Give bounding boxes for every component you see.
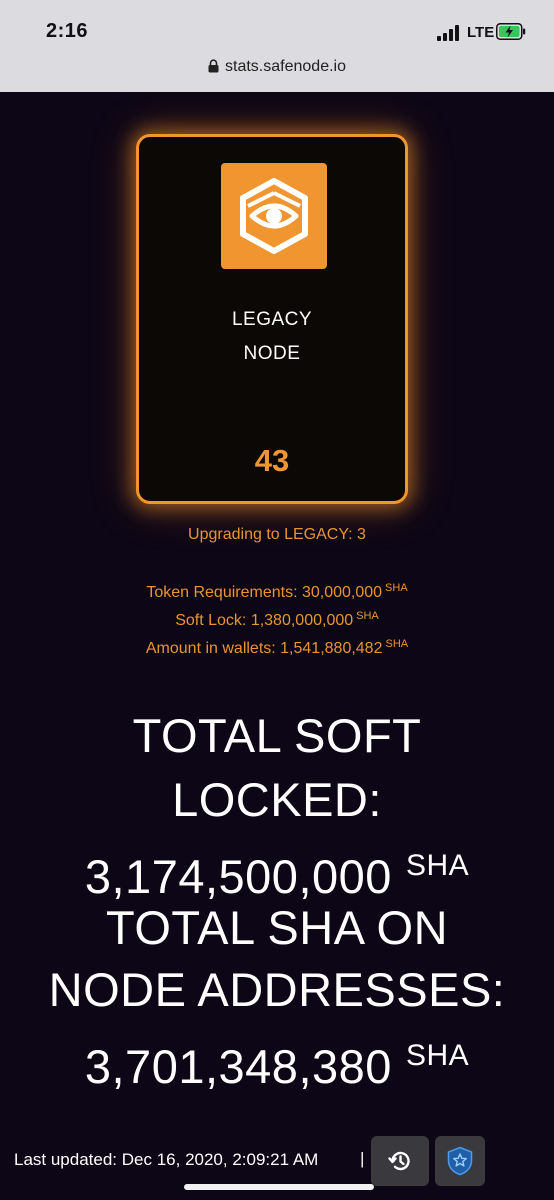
soft-lock: Soft Lock: 1,380,000,000 SHA [0, 610, 554, 630]
footer-separator: | [360, 1149, 365, 1168]
status-time: 2:16 [46, 20, 89, 42]
soft-lock-text: Soft Lock: 1,380,000,000 [175, 612, 354, 629]
total-node-addresses-heading-line2: NODE ADDRESSES: [48, 963, 506, 1016]
amount-in-wallets: Amount in wallets: 1,541,880,482 SHA [0, 638, 554, 658]
url-text: stats.safenode.io [225, 58, 346, 75]
total-node-addresses-heading-line1: TOTAL SHA ON [105, 901, 449, 954]
upgrading-text: Upgrading to LEGACY: 3 [188, 526, 366, 543]
history-button[interactable] [371, 1136, 429, 1186]
node-title: LEGACY NODE [139, 303, 405, 371]
unit-label: SHA [356, 610, 379, 622]
node-title-line2: NODE [243, 343, 301, 364]
lock-icon [208, 59, 219, 78]
history-icon [388, 1151, 410, 1171]
node-count: 43 [254, 443, 290, 478]
url-bar[interactable]: stats.safenode.io [0, 58, 554, 78]
status-bar: 2:16 LTE stats.safenode.io [0, 0, 554, 92]
signal-icon [437, 25, 461, 41]
safenode-eye-logo-icon [221, 163, 327, 269]
unit-label: SHA [405, 849, 470, 882]
legacy-node-card[interactable]: LEGACY NODE 43 [136, 134, 408, 504]
network-label: LTE [467, 24, 495, 41]
total-soft-locked-number: 3,174,500,000 [84, 850, 392, 903]
home-indicator [184, 1184, 374, 1190]
total-soft-locked-value: 3,174,500,000 SHA [0, 836, 554, 907]
node-title-line1: LEGACY [231, 309, 313, 330]
total-node-addresses-number: 3,701,348,380 [84, 1040, 392, 1093]
total-soft-locked-heading-line1: TOTAL SOFT [132, 709, 422, 762]
last-updated-text: Last updated: Dec 16, 2020, 2:09:21 AM [14, 1150, 319, 1169]
total-node-addresses-value: 3,701,348,380 SHA [0, 1026, 554, 1097]
shield-badge-button[interactable] [435, 1136, 485, 1186]
total-soft-locked-heading-line2: LOCKED: [172, 773, 382, 826]
unit-label: SHA [385, 638, 409, 650]
amount-in-wallets-text: Amount in wallets: 1,541,880,482 [145, 640, 383, 657]
unit-label: SHA [405, 1039, 470, 1072]
unit-label: SHA [385, 582, 408, 594]
token-requirements-text: Token Requirements: 30,000,000 [146, 584, 383, 601]
token-requirements: Token Requirements: 30,000,000 SHA [0, 582, 554, 602]
shield-star-icon [447, 1146, 473, 1176]
battery-charging-icon [496, 23, 526, 40]
